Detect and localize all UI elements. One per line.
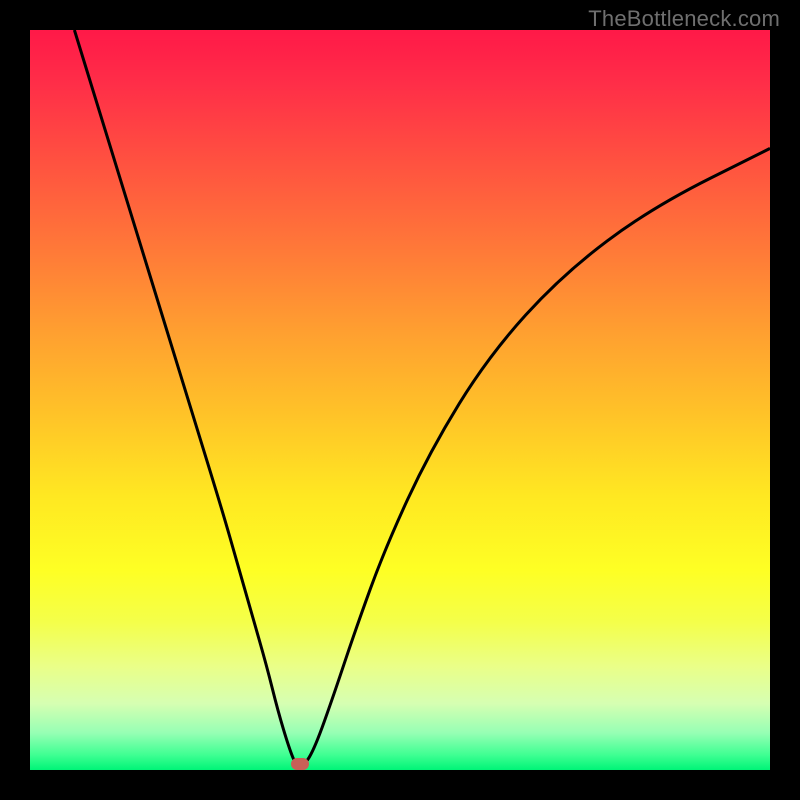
bottleneck-curve <box>30 30 770 770</box>
minimum-marker <box>291 758 309 770</box>
curve-path <box>74 30 770 766</box>
plot-area <box>30 30 770 770</box>
watermark: TheBottleneck.com <box>588 6 780 32</box>
